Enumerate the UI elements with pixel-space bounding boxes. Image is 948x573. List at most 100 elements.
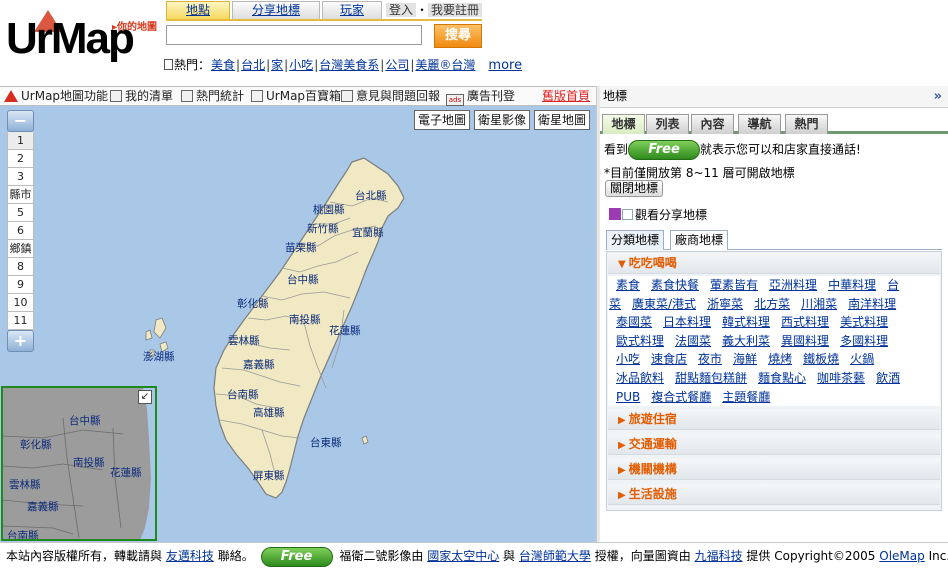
map-label[interactable]: 桃園縣: [313, 203, 345, 216]
map-label[interactable]: 宜蘭縣: [352, 226, 384, 239]
satellite-image-button[interactable]: 衛星影像: [474, 110, 531, 130]
food-link[interactable]: 西式料理: [781, 315, 829, 329]
search-input[interactable]: [166, 25, 422, 45]
food-link[interactable]: 咖啡茶藝: [817, 371, 865, 385]
old-version-link[interactable]: 舊版首頁: [542, 87, 590, 105]
food-link[interactable]: 冰品飲料: [616, 371, 664, 385]
zoom-level[interactable]: 10: [7, 294, 34, 312]
map-label[interactable]: 高雄縣: [253, 406, 285, 419]
map-label[interactable]: 台南縣: [227, 388, 259, 401]
food-link[interactable]: PUB: [616, 390, 640, 404]
collapse-icon[interactable]: »: [934, 86, 942, 107]
food-link[interactable]: 中華料理: [828, 278, 876, 292]
food-link[interactable]: 菜: [609, 297, 621, 311]
food-link[interactable]: 異國料理: [781, 334, 829, 348]
zoom-level[interactable]: 9: [7, 276, 34, 294]
map-label[interactable]: 台東縣: [310, 436, 342, 449]
zoom-level[interactable]: 3: [7, 168, 34, 186]
footer-link-urmap-tech[interactable]: 友邁科技: [166, 549, 214, 563]
map-label[interactable]: 嘉義縣: [243, 358, 275, 371]
map-label[interactable]: 新竹縣: [307, 222, 339, 235]
tab-landmark[interactable]: 地標: [602, 114, 645, 134]
category-transport[interactable]: ▶ 交通運輸: [608, 434, 940, 455]
tab-vendor-landmarks[interactable]: 廠商地標: [670, 230, 729, 250]
map-label[interactable]: 彰化縣: [237, 297, 269, 310]
tab-content[interactable]: 內容: [691, 114, 734, 134]
food-link[interactable]: 泰國菜: [616, 315, 652, 329]
food-link[interactable]: 葷素皆有: [710, 278, 758, 292]
food-link[interactable]: 素食快餐: [651, 278, 699, 292]
tab-places[interactable]: 地點: [166, 1, 230, 19]
search-button[interactable]: 搜尋: [434, 24, 482, 48]
map-label[interactable]: 屏東縣: [253, 469, 285, 482]
zoom-out-button[interactable]: −: [7, 110, 34, 132]
category-living[interactable]: ▶ 生活設施: [608, 484, 940, 505]
food-link[interactable]: 法國菜: [675, 334, 711, 348]
map-label[interactable]: 南投縣: [289, 313, 321, 326]
food-link[interactable]: 小吃: [616, 352, 640, 366]
food-link[interactable]: 川湘菜: [801, 297, 837, 311]
map-label[interactable]: 苗栗縣: [285, 242, 317, 254]
zoom-level[interactable]: 5: [7, 204, 34, 222]
zoom-level[interactable]: 11: [7, 312, 34, 330]
food-link[interactable]: 美式料理: [840, 315, 888, 329]
satellite-map-button[interactable]: 衛星地圖: [534, 110, 591, 130]
tab-shared-landmarks[interactable]: 分享地標: [232, 1, 320, 19]
toolbar-map-functions[interactable]: UrMap地圖功能: [4, 87, 108, 105]
food-link[interactable]: 速食店: [651, 352, 687, 366]
food-link[interactable]: 歐式料理: [616, 334, 664, 348]
food-link[interactable]: 多國料理: [840, 334, 888, 348]
toolbar-toolbox[interactable]: UrMap百寶箱: [251, 87, 341, 105]
food-link[interactable]: 飲酒: [876, 371, 900, 385]
overview-expand-icon[interactable]: ↙: [138, 390, 152, 404]
toolbar-advertise[interactable]: ads 廣告刊登: [446, 87, 515, 106]
tab-navigation[interactable]: 導航: [738, 114, 781, 134]
hot-link[interactable]: 台灣美食系: [318, 58, 380, 72]
map-label[interactable]: 雲林縣: [228, 334, 260, 347]
zoom-level[interactable]: 6: [7, 222, 34, 240]
zoom-level-town[interactable]: 鄉鎮: [7, 240, 34, 258]
food-link[interactable]: 海鮮: [733, 352, 757, 366]
map-label[interactable]: 花蓮縣: [329, 324, 361, 337]
hot-link[interactable]: 小吃: [288, 58, 314, 72]
category-institutions[interactable]: ▶ 機關機構: [608, 459, 940, 480]
zoom-level[interactable]: 2: [7, 150, 34, 168]
toolbar-feedback[interactable]: 意見與問題回報: [341, 87, 440, 105]
map-canvas[interactable]: 台北縣 桃園縣 新竹縣 宜蘭縣 苗栗縣 台中縣 彰化縣 南投縣 花蓮縣 雲林縣 …: [0, 106, 596, 542]
food-link[interactable]: 日本料理: [663, 315, 711, 329]
tab-players[interactable]: 玩家: [322, 1, 382, 19]
food-link[interactable]: 鐵板燒: [803, 352, 839, 366]
food-link[interactable]: 甜點麵包糕餅: [675, 371, 747, 385]
food-link[interactable]: 複合式餐廳: [651, 390, 711, 404]
tab-popular[interactable]: 熱門: [785, 114, 828, 134]
footer-link-olemap[interactable]: OleMap: [879, 549, 925, 563]
urmap-logo[interactable]: UrMap ▸你的地圖: [4, 8, 164, 70]
tab-list[interactable]: 列表: [646, 114, 689, 134]
toolbar-my-list[interactable]: 我的清單: [110, 87, 173, 105]
zoom-level[interactable]: 1: [7, 132, 34, 150]
zoom-level[interactable]: 8: [7, 258, 34, 276]
food-link[interactable]: 台: [887, 278, 899, 292]
food-link[interactable]: 廣東菜/港式: [632, 297, 696, 311]
food-link[interactable]: 夜市: [698, 352, 722, 366]
food-link[interactable]: 浙寧菜: [707, 297, 743, 311]
toolbar-hot-stats[interactable]: 熱門統計: [181, 87, 244, 105]
tab-category-landmarks[interactable]: 分類地標: [606, 230, 665, 250]
register-link[interactable]: 我要註冊: [428, 3, 483, 17]
share-checkbox[interactable]: [622, 209, 633, 220]
food-link[interactable]: 麵食點心: [758, 371, 806, 385]
map-label[interactable]: 澎湖縣: [143, 351, 175, 363]
electronic-map-button[interactable]: 電子地圖: [414, 110, 471, 130]
food-link[interactable]: 義大利菜: [722, 334, 770, 348]
share-landmark-toggle[interactable]: 觀看分享地標: [609, 206, 707, 223]
hot-link[interactable]: 台北: [240, 58, 266, 72]
food-link[interactable]: 素食: [616, 278, 640, 292]
map-label[interactable]: 台中縣: [287, 273, 319, 286]
food-link[interactable]: 南洋料理: [848, 297, 896, 311]
more-link[interactable]: more: [488, 58, 522, 73]
zoom-in-button[interactable]: +: [7, 330, 34, 352]
map-label[interactable]: 台北縣: [355, 189, 387, 202]
login-link[interactable]: 登入: [386, 3, 417, 17]
food-link[interactable]: 北方菜: [754, 297, 790, 311]
toggle-landmark-button[interactable]: 關閉地標: [605, 180, 664, 197]
